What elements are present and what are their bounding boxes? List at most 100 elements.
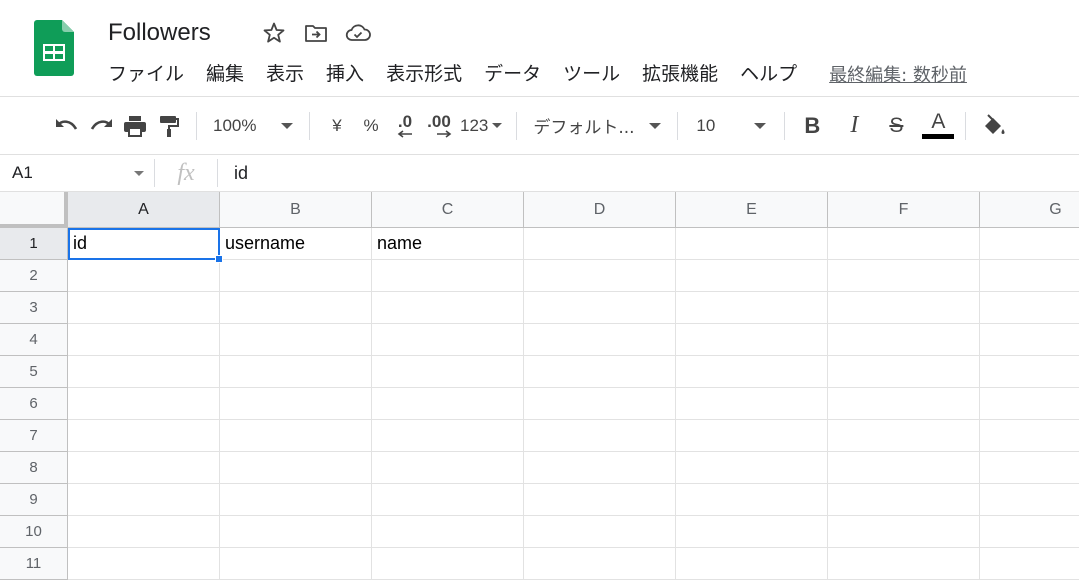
formula-input[interactable]: id	[218, 163, 248, 184]
percent-format-button[interactable]: %	[354, 108, 388, 144]
cell-b9[interactable]	[220, 484, 372, 516]
cell-f6[interactable]	[828, 388, 980, 420]
name-box[interactable]: A1	[0, 155, 154, 192]
cell-f7[interactable]	[828, 420, 980, 452]
cell-f1[interactable]	[828, 228, 980, 260]
column-header-e[interactable]: E	[676, 192, 828, 228]
fill-color-icon[interactable]	[976, 108, 1010, 144]
cell-b1[interactable]: username	[220, 228, 372, 260]
cell-d4[interactable]	[524, 324, 676, 356]
menu-extensions[interactable]: 拡張機能	[642, 58, 718, 90]
document-title[interactable]: Followers	[108, 17, 211, 49]
cell-e2[interactable]	[676, 260, 828, 292]
row-header-4[interactable]: 4	[0, 324, 68, 356]
cell-c11[interactable]	[372, 548, 524, 580]
cell-e6[interactable]	[676, 388, 828, 420]
menu-format[interactable]: 表示形式	[386, 58, 462, 90]
sheets-logo-icon[interactable]	[34, 20, 74, 76]
cell-g9[interactable]	[980, 484, 1079, 516]
cell-a9[interactable]	[68, 484, 220, 516]
cell-a11[interactable]	[68, 548, 220, 580]
cell-b7[interactable]	[220, 420, 372, 452]
cell-a1[interactable]: id	[68, 228, 220, 260]
number-format-select[interactable]: 123	[456, 108, 506, 144]
cell-d11[interactable]	[524, 548, 676, 580]
cell-g3[interactable]	[980, 292, 1079, 324]
zoom-select[interactable]: 100%	[207, 108, 299, 144]
cell-d10[interactable]	[524, 516, 676, 548]
row-header-6[interactable]: 6	[0, 388, 68, 420]
menu-view[interactable]: 表示	[266, 58, 304, 90]
row-header-10[interactable]: 10	[0, 516, 68, 548]
row-header-7[interactable]: 7	[0, 420, 68, 452]
cell-f9[interactable]	[828, 484, 980, 516]
cell-g7[interactable]	[980, 420, 1079, 452]
cell-d9[interactable]	[524, 484, 676, 516]
cell-e7[interactable]	[676, 420, 828, 452]
cell-d3[interactable]	[524, 292, 676, 324]
row-header-9[interactable]: 9	[0, 484, 68, 516]
cell-e3[interactable]	[676, 292, 828, 324]
cell-b2[interactable]	[220, 260, 372, 292]
cell-d8[interactable]	[524, 452, 676, 484]
column-header-g[interactable]: G	[980, 192, 1079, 228]
cell-c10[interactable]	[372, 516, 524, 548]
select-all-corner[interactable]	[0, 192, 68, 228]
cell-e1[interactable]	[676, 228, 828, 260]
cell-e9[interactable]	[676, 484, 828, 516]
menu-help[interactable]: ヘルプ	[740, 58, 797, 90]
decrease-decimal-button[interactable]: .0	[388, 108, 422, 144]
cell-e4[interactable]	[676, 324, 828, 356]
cell-g4[interactable]	[980, 324, 1079, 356]
column-header-f[interactable]: F	[828, 192, 980, 228]
menu-edit[interactable]: 編集	[206, 58, 244, 90]
cell-c4[interactable]	[372, 324, 524, 356]
cell-a8[interactable]	[68, 452, 220, 484]
undo-icon[interactable]	[50, 108, 84, 144]
column-header-b[interactable]: B	[220, 192, 372, 228]
column-header-c[interactable]: C	[372, 192, 524, 228]
cell-d6[interactable]	[524, 388, 676, 420]
cell-b5[interactable]	[220, 356, 372, 388]
cell-b11[interactable]	[220, 548, 372, 580]
increase-decimal-button[interactable]: .00	[422, 108, 456, 144]
currency-format-button[interactable]: ¥	[320, 108, 354, 144]
cell-d2[interactable]	[524, 260, 676, 292]
menu-tools[interactable]: ツール	[563, 58, 620, 90]
column-header-a[interactable]: A	[68, 192, 220, 228]
cloud-status-icon[interactable]	[343, 20, 373, 46]
cell-c8[interactable]	[372, 452, 524, 484]
row-header-5[interactable]: 5	[0, 356, 68, 388]
cell-f4[interactable]	[828, 324, 980, 356]
cell-e5[interactable]	[676, 356, 828, 388]
move-folder-icon[interactable]	[301, 20, 331, 46]
cell-c7[interactable]	[372, 420, 524, 452]
font-size-select[interactable]: 10	[688, 108, 774, 144]
star-icon[interactable]	[259, 20, 289, 46]
cell-d7[interactable]	[524, 420, 676, 452]
cell-g1[interactable]	[980, 228, 1079, 260]
strikethrough-button[interactable]: S	[879, 108, 913, 144]
row-header-8[interactable]: 8	[0, 452, 68, 484]
column-header-d[interactable]: D	[524, 192, 676, 228]
row-header-2[interactable]: 2	[0, 260, 68, 292]
print-icon[interactable]	[118, 108, 152, 144]
row-header-3[interactable]: 3	[0, 292, 68, 324]
cell-f3[interactable]	[828, 292, 980, 324]
cell-e10[interactable]	[676, 516, 828, 548]
fill-handle[interactable]	[215, 255, 223, 263]
cell-c1[interactable]: name	[372, 228, 524, 260]
cell-e11[interactable]	[676, 548, 828, 580]
cell-d1[interactable]	[524, 228, 676, 260]
cell-b4[interactable]	[220, 324, 372, 356]
cell-c3[interactable]	[372, 292, 524, 324]
menu-data[interactable]: データ	[484, 58, 541, 90]
cell-f10[interactable]	[828, 516, 980, 548]
cell-c2[interactable]	[372, 260, 524, 292]
cell-g10[interactable]	[980, 516, 1079, 548]
font-select[interactable]: デフォルト...	[527, 108, 667, 144]
cell-f5[interactable]	[828, 356, 980, 388]
cell-b3[interactable]	[220, 292, 372, 324]
redo-icon[interactable]	[84, 108, 118, 144]
last-edit-link[interactable]: 最終編集: 数秒前	[829, 61, 967, 87]
